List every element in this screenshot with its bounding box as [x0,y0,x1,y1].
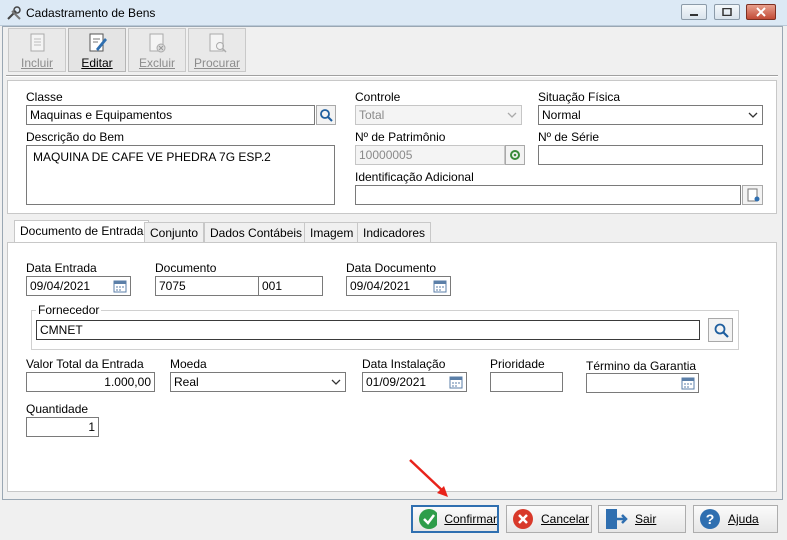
classe-field[interactable]: Maquinas e Equipamentos [26,105,315,125]
fornecedor-label: Fornecedor [36,303,102,317]
search-icon [714,323,729,338]
procurar-label: Procurar [193,56,240,70]
close-icon [756,7,766,17]
chevron-down-icon [331,379,341,385]
moeda-label: Moeda [170,357,207,371]
excluir-button[interactable]: Excluir [128,28,186,72]
serie-field[interactable] [538,145,763,165]
quantidade-field[interactable]: 1 [26,417,99,437]
search-document-icon [209,33,227,53]
valor-total-field[interactable]: 1.000,00 [26,372,155,392]
maximize-icon [722,8,732,16]
serie-label: Nº de Série [538,130,600,144]
editar-button[interactable]: Editar [68,28,126,72]
documento-serie-field[interactable]: 001 [258,276,323,296]
controle-value: Total [359,108,385,122]
tab-dados-contabeis[interactable]: Dados Contábeis [204,222,309,242]
identificacao-button[interactable] [742,185,763,205]
calendar-icon[interactable] [433,279,447,293]
quantidade-label: Quantidade [26,402,89,416]
data-instalacao-label: Data Instalação [362,357,446,371]
moeda-select[interactable]: Real [170,372,346,392]
situacao-label: Situação Física [538,90,621,104]
classe-search-button[interactable] [316,105,336,125]
data-instalacao-field[interactable]: 01/09/2021 [362,372,467,392]
minimize-button[interactable] [681,4,707,20]
moeda-value: Real [174,375,199,389]
confirmar-button[interactable]: Confirmar [411,505,499,533]
fornecedor-field[interactable]: CMNET [36,320,700,340]
patrimonio-field[interactable]: 10000005 [355,145,505,165]
check-circle-icon [419,509,438,529]
tools-icon [6,5,22,21]
new-document-icon [30,33,45,52]
prioridade-label: Prioridade [490,357,545,371]
identificacao-field[interactable] [355,185,741,205]
data-documento-field[interactable]: 09/04/2021 [346,276,451,296]
data-entrada-field[interactable]: 09/04/2021 [26,276,131,296]
data-documento-label: Data Documento [346,261,437,275]
ajuda-label: Ajuda [728,512,759,526]
incluir-label: Incluir [20,56,53,70]
gears-icon [510,150,520,160]
delete-document-icon [149,33,166,53]
controle-label: Controle [355,90,401,104]
search-icon [320,109,333,122]
chevron-down-icon [507,112,517,118]
tab-documento-entrada[interactable]: Documento de Entrada [14,220,150,243]
sair-label: Sair [635,512,657,526]
prioridade-field[interactable] [490,372,563,392]
chevron-down-icon [748,112,758,118]
descricao-textarea[interactable]: MAQUINA DE CAFE VE PHEDRA 7G ESP.2 [26,145,335,205]
termino-garantia-label: Término da Garantia [586,359,697,373]
valor-total-label: Valor Total da Entrada [26,357,144,371]
calendar-icon[interactable] [681,376,695,390]
situacao-select[interactable]: Normal [538,105,763,125]
document-link-icon [747,188,759,202]
termino-garantia-field[interactable] [586,373,699,393]
edit-document-icon [89,33,107,52]
controle-select[interactable]: Total [355,105,522,125]
sair-button[interactable]: Sair [598,505,686,533]
documento-label: Documento [155,261,217,275]
incluir-button[interactable]: Incluir [8,28,66,72]
descricao-label: Descrição do Bem [26,130,125,144]
ajuda-button[interactable]: ? Ajuda [693,505,778,533]
excluir-label: Excluir [138,56,175,70]
tab-indicadores[interactable]: Indicadores [357,222,432,242]
confirmar-label: Confirmar [444,512,497,526]
patrimonio-label: Nº de Patrimônio [355,130,446,144]
fornecedor-search-button[interactable] [708,318,733,342]
data-entrada-label: Data Entrada [26,261,97,275]
identificacao-label: Identificação Adicional [355,170,474,184]
data-entrada-value: 09/04/2021 [30,279,91,293]
help-icon: ? [700,509,720,529]
minimize-icon [690,14,698,16]
svg-text:?: ? [706,511,715,527]
classe-label: Classe [26,90,63,104]
editar-label: Editar [81,56,113,70]
exit-door-icon [606,509,628,529]
cancel-circle-icon [513,509,533,529]
maximize-button[interactable] [714,4,740,20]
procurar-button[interactable]: Procurar [188,28,246,72]
window-title: Cadastramento de Bens [26,6,156,20]
calendar-icon[interactable] [113,279,127,293]
tab-imagem[interactable]: Imagem [304,222,360,242]
documento-field[interactable]: 7075 [155,276,259,296]
cancelar-button[interactable]: Cancelar [506,505,592,533]
data-documento-value: 09/04/2021 [350,279,411,293]
calendar-icon[interactable] [449,375,463,389]
tab-conjunto[interactable]: Conjunto [144,222,205,242]
data-instalacao-value: 01/09/2021 [366,375,427,389]
patrimonio-generate-button[interactable] [505,145,525,165]
toolbar-divider [6,75,778,77]
cancelar-label: Cancelar [541,512,590,526]
situacao-value: Normal [542,108,581,122]
close-button[interactable] [746,4,776,20]
